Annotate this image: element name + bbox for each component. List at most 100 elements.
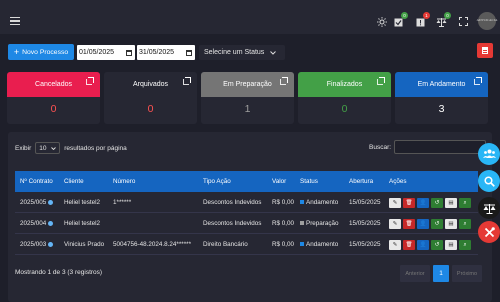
status-card-count: 0 <box>147 103 154 115</box>
user-button[interactable]: 👤 <box>417 240 429 250</box>
date-to-input[interactable]: 31/05/2025 <box>137 45 195 60</box>
document-button[interactable]: ▤ <box>445 198 457 208</box>
menu-icon[interactable] <box>10 17 20 26</box>
search-input[interactable] <box>394 140 486 154</box>
info-icon[interactable] <box>48 199 54 205</box>
header-valor[interactable]: Valor <box>272 178 286 185</box>
status-card-header: Arquivados <box>104 72 197 97</box>
scale-icon[interactable]: 0 <box>436 12 451 27</box>
header-cliente[interactable]: Cliente <box>64 178 84 185</box>
delete-button[interactable]: 🗑 <box>403 240 415 250</box>
info-icon[interactable] <box>48 241 54 247</box>
status-card[interactable]: Em Andamento 3 <box>395 72 488 124</box>
info-icon[interactable] <box>48 220 54 226</box>
status-card-label: Em Preparação <box>223 81 272 88</box>
header-abertura[interactable]: Abertura <box>349 178 373 185</box>
status-indicator <box>300 200 304 205</box>
cell-status-text: Preparação <box>306 220 339 227</box>
header-tipo-acao[interactable]: Tipo Ação <box>203 178 231 185</box>
page-size-select[interactable]: 10 <box>35 142 61 154</box>
team-fab-button[interactable] <box>478 143 500 165</box>
cell-valor-text: R$ 0,00 <box>272 199 295 206</box>
status-indicator <box>300 221 304 226</box>
document-button[interactable]: ▤ <box>445 219 457 229</box>
calendar-icon[interactable] <box>126 49 132 56</box>
brightness-icon[interactable] <box>376 16 387 27</box>
cell-contrato: 2025/004 <box>20 220 54 227</box>
cell-contrato: 2025/003 <box>20 241 54 248</box>
external-link-icon[interactable] <box>183 77 191 85</box>
pagination-current[interactable]: 1 <box>433 265 449 282</box>
pdf-icon <box>482 47 488 54</box>
date-from-input[interactable]: 01/05/2025 <box>77 45 135 60</box>
external-link-icon[interactable] <box>280 77 288 85</box>
cell-abertura: 15/05/2025 <box>349 199 381 206</box>
fullscreen-icon[interactable] <box>458 16 469 27</box>
pagination-prev[interactable]: Anterior <box>400 265 430 282</box>
history-button[interactable]: ↺ <box>431 198 443 208</box>
cell-cliente: Heliel testel2 <box>64 199 100 206</box>
external-link-icon[interactable] <box>86 77 94 85</box>
edit-button[interactable]: ✎ <box>389 240 401 250</box>
table-header: Nº Contrato Cliente Número Tipo Ação Val… <box>15 171 478 192</box>
header-contrato[interactable]: Nº Contrato <box>20 178 53 185</box>
status-card[interactable]: Em Preparação 1 <box>201 72 294 124</box>
status-card[interactable]: Finalizados 0 <box>298 72 391 124</box>
status-card[interactable]: Arquivados 0 <box>104 72 197 124</box>
cell-tipo-acao-text: Direito Bancário <box>203 241 248 248</box>
search-button[interactable]: ⌕ <box>459 240 471 250</box>
tools-fab-button[interactable] <box>478 221 500 243</box>
cell-status-text: Andamento <box>306 199 339 206</box>
table-row[interactable]: 2025/004 Heliel testel2 Descontos Indevido… <box>15 213 478 234</box>
cell-abertura: 15/05/2025 <box>349 220 381 227</box>
row-actions: ✎ 🗑 👤 ↺ ▤ ⌕ <box>389 198 471 208</box>
per-page-label: resultados por página <box>64 144 127 152</box>
table-row[interactable]: 2025/005 Heliel testel2 1****** Descontos I… <box>15 192 478 213</box>
delete-button[interactable]: 🗑 <box>403 219 415 229</box>
top-bar: 0 1 0 ADVOCACIA <box>0 0 500 34</box>
status-select[interactable]: Selecine um Status <box>199 45 285 60</box>
scale-icon <box>483 203 495 214</box>
cell-cliente-text: Heliel testel2 <box>64 199 101 206</box>
date-from-value: 01/05/2025 <box>79 49 115 56</box>
team-icon <box>482 149 496 158</box>
cell-tipo-acao-text: Descontos Indevidos <box>203 199 262 206</box>
pagination-next[interactable]: Próximo <box>452 265 482 282</box>
delete-button[interactable]: 🗑 <box>403 198 415 208</box>
edit-button[interactable]: ✎ <box>389 198 401 208</box>
row-actions: ✎ 🗑 👤 ↺ ▤ ⌕ <box>389 240 471 250</box>
brand-logo[interactable]: ADVOCACIA <box>477 12 498 30</box>
cell-numero-text: 5004756-48.2024.8.24****** <box>113 241 192 248</box>
header-status[interactable]: Status <box>300 178 318 185</box>
external-link-icon[interactable] <box>377 77 385 85</box>
scale-fab-button[interactable] <box>478 197 500 219</box>
search-icon <box>483 175 495 187</box>
export-pdf-button[interactable] <box>477 43 493 58</box>
status-card-count: 0 <box>341 103 348 115</box>
status-card[interactable]: Cancelados 0 <box>7 72 100 124</box>
user-button[interactable]: 👤 <box>417 198 429 208</box>
table-row[interactable]: 2025/003 Vinicius Prado 5004756-48.2024.8.… <box>15 234 478 255</box>
user-button[interactable]: 👤 <box>417 219 429 229</box>
document-button[interactable]: ▤ <box>445 240 457 250</box>
search-button[interactable]: ⌕ <box>459 198 471 208</box>
status-card-label: Cancelados <box>35 81 72 88</box>
new-process-button[interactable]: + Novo Processo <box>8 44 74 60</box>
scale-badge: 0 <box>444 12 451 19</box>
page-size-control: Exibir 10 resultados por página <box>15 142 127 154</box>
search-button[interactable]: ⌕ <box>459 219 471 229</box>
search-fab-button[interactable] <box>478 170 500 192</box>
history-button[interactable]: ↺ <box>431 240 443 250</box>
calendar-icon[interactable] <box>186 49 192 56</box>
header-acoes: Ações <box>389 178 407 185</box>
history-button[interactable]: ↺ <box>431 219 443 229</box>
row-actions: ✎ 🗑 👤 ↺ ▤ ⌕ <box>389 219 471 229</box>
cell-status: Andamento <box>300 241 338 248</box>
external-link-icon[interactable] <box>474 77 482 85</box>
edit-button[interactable]: ✎ <box>389 219 401 229</box>
status-card-header: Cancelados <box>7 72 100 97</box>
header-numero[interactable]: Número <box>113 178 135 185</box>
clipboard-alert-icon[interactable]: 1 <box>415 12 430 27</box>
clipboard-check-icon[interactable]: 0 <box>393 12 408 27</box>
status-indicator <box>300 242 304 247</box>
